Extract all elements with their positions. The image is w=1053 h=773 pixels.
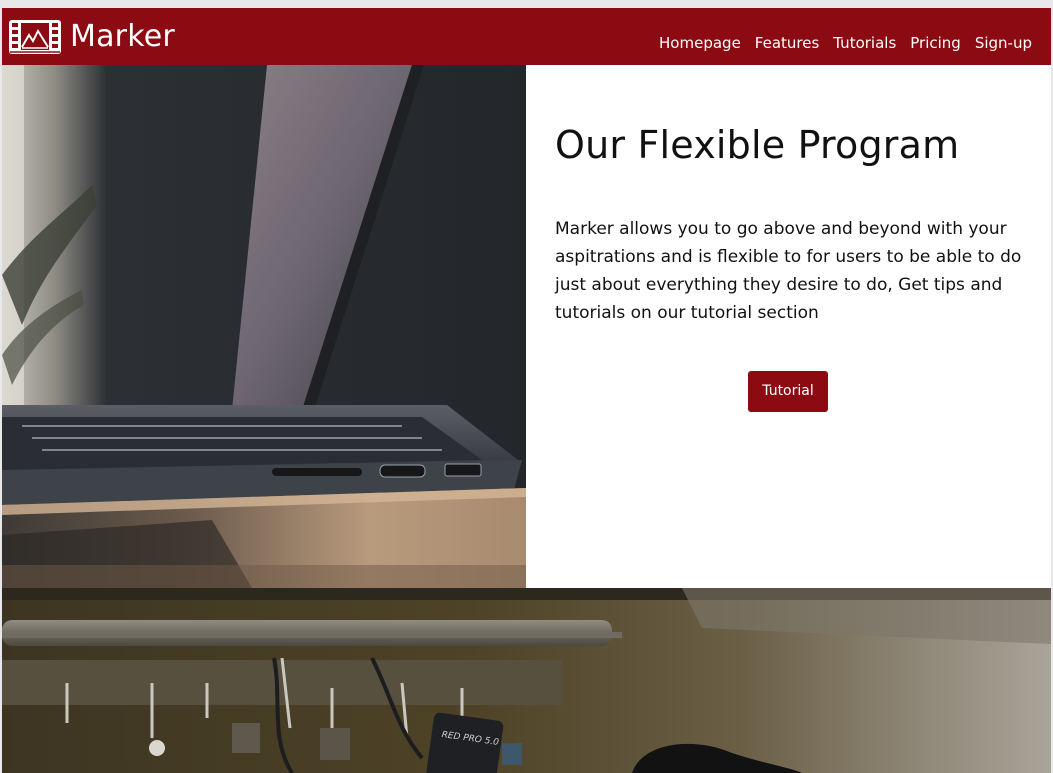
laptop-photo bbox=[2, 65, 526, 588]
hero-title: Our Flexible Program bbox=[555, 123, 960, 167]
film-strip-logo-icon bbox=[9, 20, 61, 54]
brand-link[interactable]: Marker bbox=[8, 18, 175, 56]
nav-link-sign-up[interactable]: Sign-up bbox=[975, 32, 1032, 54]
brand-name: Marker bbox=[70, 19, 175, 54]
main-nav: Homepage Features Tutorials Pricing Sign… bbox=[659, 32, 1032, 54]
nav-link-homepage[interactable]: Homepage bbox=[659, 32, 741, 54]
nav-link-pricing[interactable]: Pricing bbox=[910, 32, 961, 54]
hero-content: Our Flexible Program Marker allows you t… bbox=[526, 65, 1051, 588]
tutorial-button[interactable]: Tutorial bbox=[748, 371, 828, 412]
navbar: Marker Homepage Features Tutorials Prici… bbox=[2, 8, 1051, 65]
nav-link-tutorials[interactable]: Tutorials bbox=[833, 32, 896, 54]
nav-link-features[interactable]: Features bbox=[755, 32, 820, 54]
page: Marker Homepage Features Tutorials Prici… bbox=[2, 8, 1051, 773]
camera-rig-photo: RED PRO 5.0 bbox=[2, 588, 1051, 773]
hero-description: Marker allows you to go above and beyond… bbox=[555, 219, 1022, 323]
